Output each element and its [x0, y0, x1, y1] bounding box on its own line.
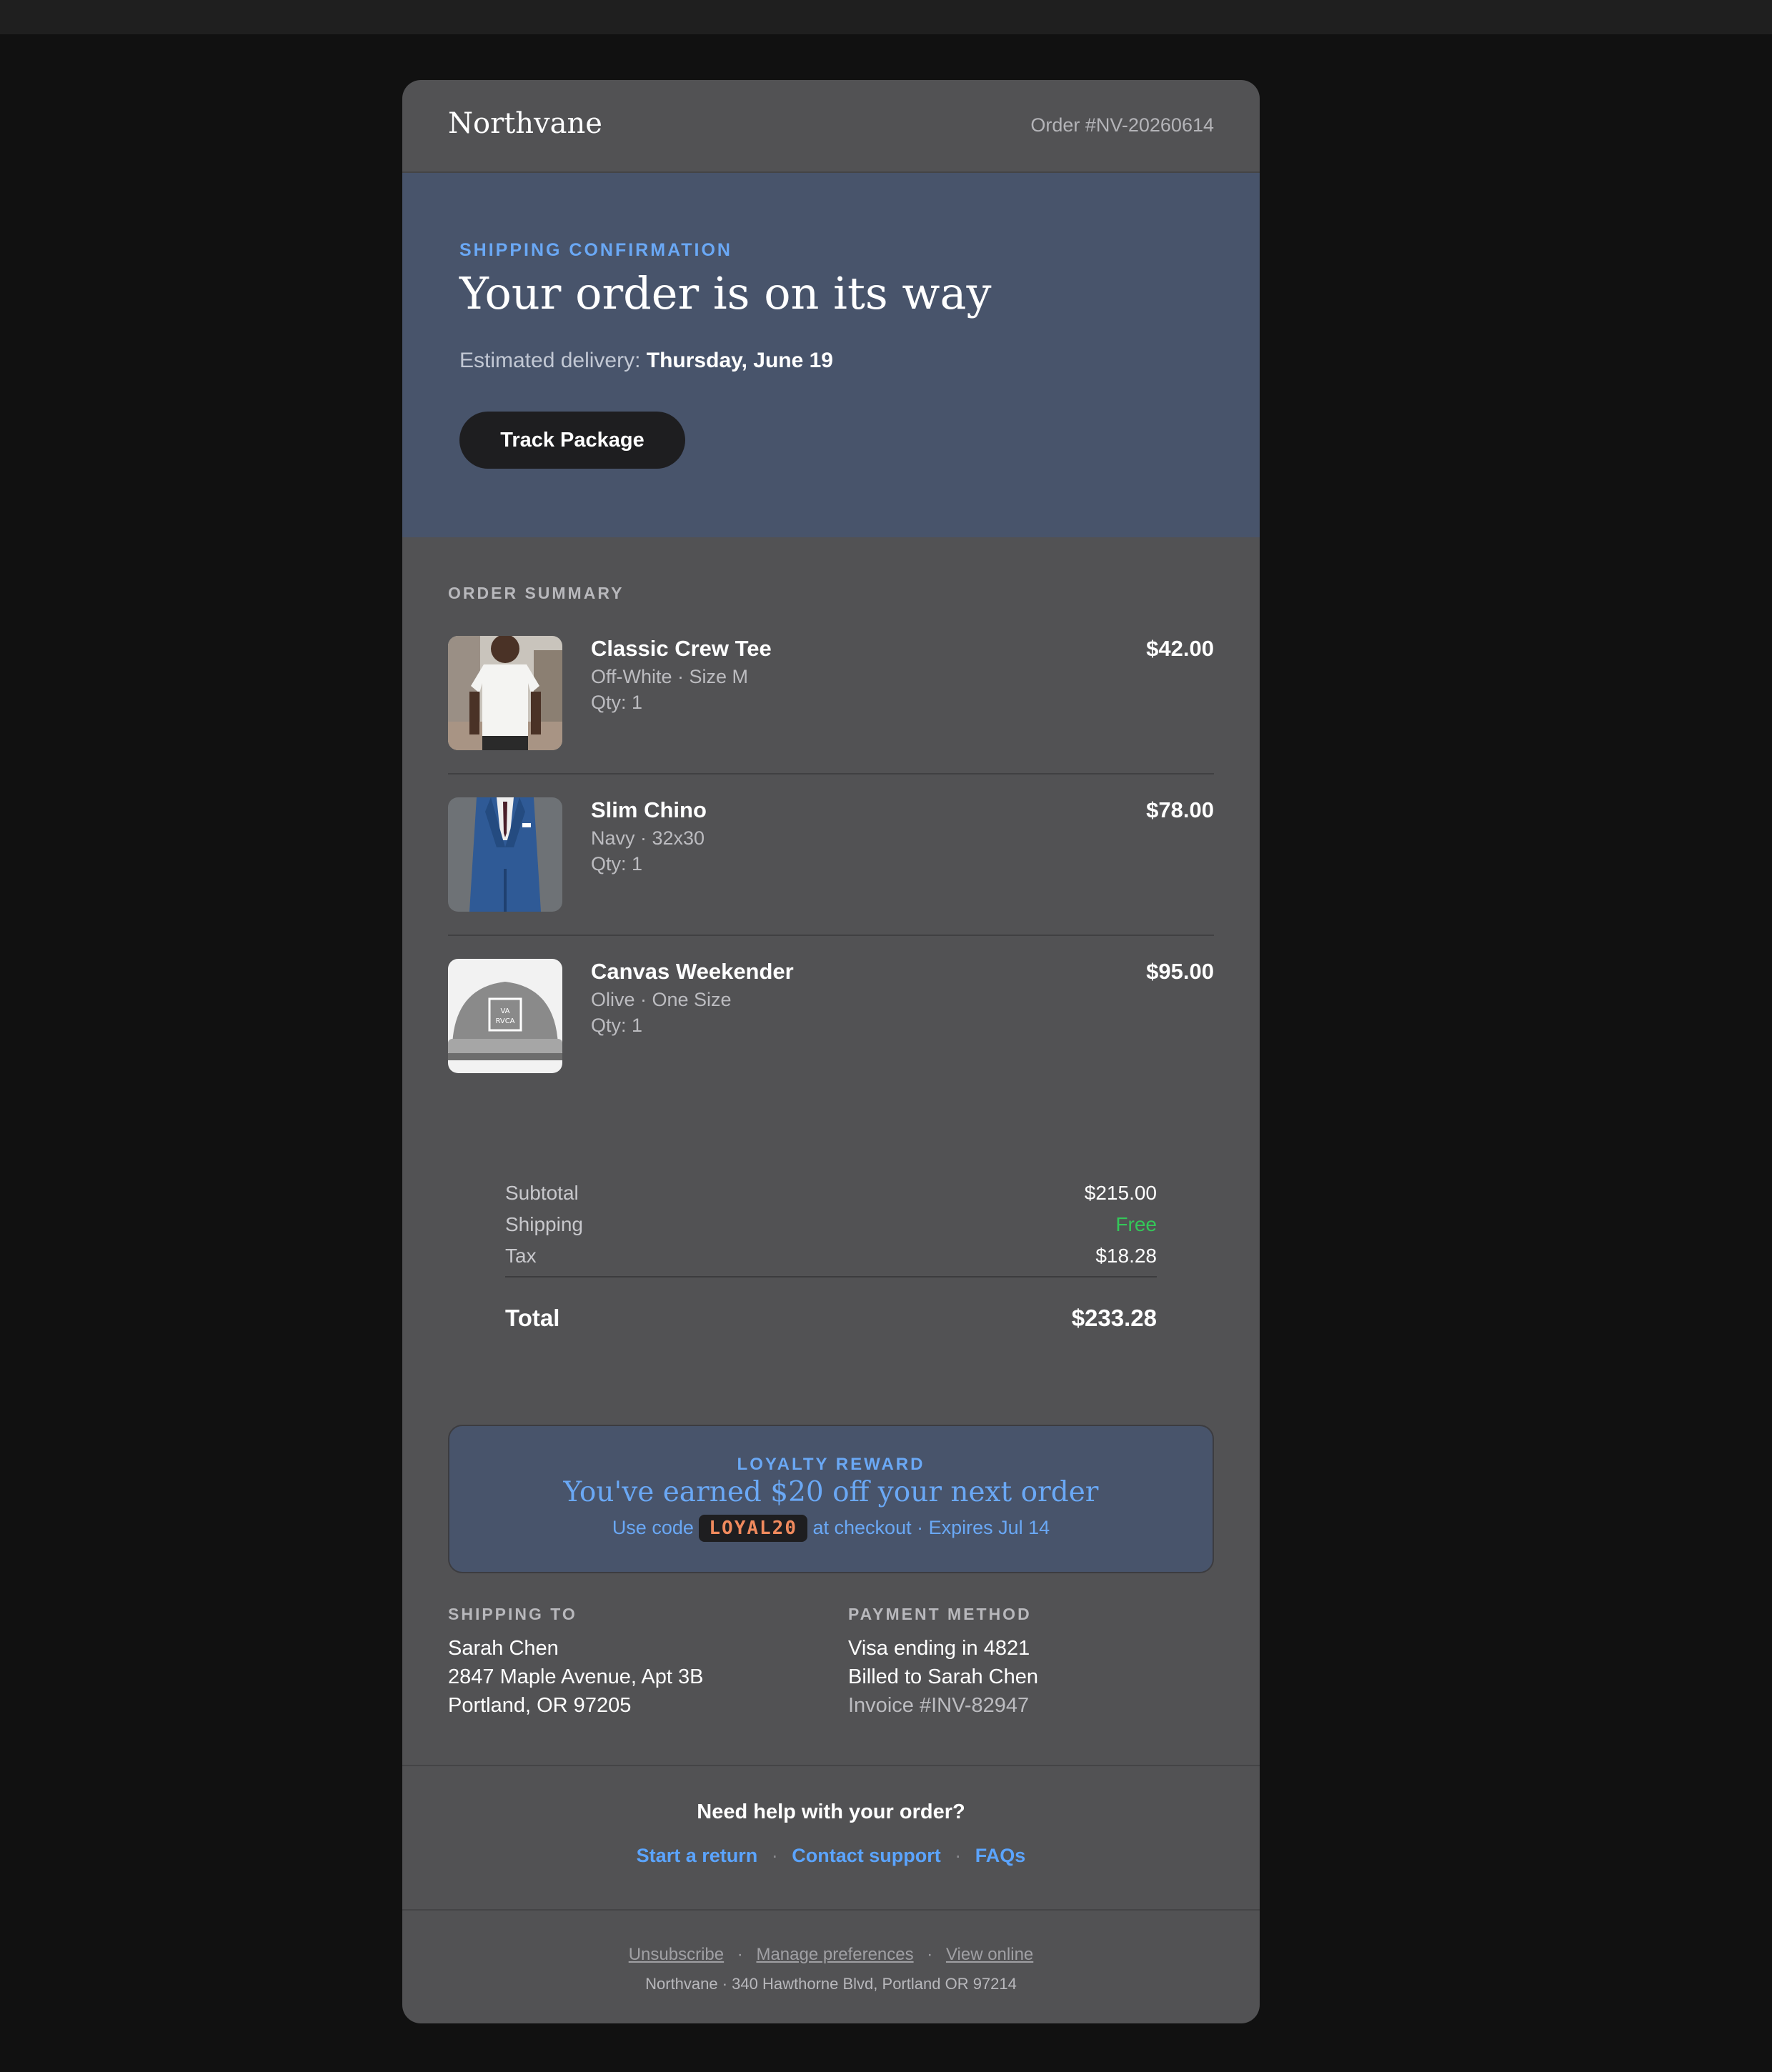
loyalty-reward-card: LOYALTY REWARD You've earned $20 off you… [448, 1425, 1214, 1573]
separator: · [737, 1945, 743, 1964]
loyalty-code-suffix: at checkout · Expires Jul 14 [812, 1517, 1050, 1538]
payment-invoice: Invoice #INV-82947 [848, 1694, 1030, 1717]
separator: · [927, 1945, 933, 1964]
product-image-tee [448, 636, 562, 750]
subtotal-label: Subtotal [505, 1182, 579, 1204]
item-variant: Olive · One Size [591, 989, 732, 1010]
window-top-bar [0, 0, 1772, 34]
item-price: $42.00 [1146, 636, 1214, 661]
payment-method-block: PAYMENT METHOD Visa ending in 4821 Bille… [848, 1605, 1205, 1720]
estimated-delivery-label: Estimated delivery: [459, 349, 641, 372]
loyalty-headline: You've earned $20 off your next order [563, 1476, 1099, 1508]
order-item: Classic Crew Tee Off-White · Size M Qty:… [448, 636, 1214, 750]
item-name[interactable]: Canvas Weekender [591, 959, 794, 985]
tax-label: Tax [505, 1245, 537, 1267]
shipping-to-block: SHIPPING TO Sarah Chen 2847 Maple Avenue… [448, 1605, 805, 1720]
shipping-value: Free [1115, 1213, 1157, 1235]
order-summary-label: ORDER SUMMARY [448, 584, 624, 602]
separator: · [955, 1845, 962, 1866]
shipping-name: Sarah Chen [448, 1637, 559, 1660]
estimated-delivery: Estimated delivery: Thursday, June 19 [459, 349, 833, 373]
help-question: Need help with your order? [697, 1800, 965, 1823]
tax-value: $18.28 [1095, 1245, 1157, 1267]
total-value: $233.28 [1071, 1305, 1157, 1331]
item-qty: Qty: 1 [591, 692, 643, 713]
item-qty: Qty: 1 [591, 1015, 643, 1036]
shipping-city: Portland, OR 97205 [448, 1694, 632, 1717]
email-footer: Unsubscribe · Manage preferences · View … [402, 1911, 1260, 2023]
shipping-to-label: SHIPPING TO [448, 1605, 577, 1623]
faqs-link[interactable]: FAQs [975, 1845, 1026, 1866]
unsubscribe-link[interactable]: Unsubscribe [629, 1945, 724, 1964]
email-header: Northvane Order #NV-20260614 [402, 80, 1260, 173]
manage-preferences-link[interactable]: Manage preferences [756, 1945, 913, 1964]
svg-text:VA: VA [500, 1007, 509, 1015]
start-return-link[interactable]: Start a return [637, 1845, 758, 1866]
brand-logo: Northvane [448, 107, 602, 140]
item-price: $78.00 [1146, 797, 1214, 822]
order-item: VA RVCA Canvas Weekender Olive · One Siz… [448, 959, 1214, 1073]
help-section: Need help with your order? Start a retur… [402, 1765, 1260, 1911]
item-qty: Qty: 1 [591, 853, 643, 875]
hero-title: Your order is on its way [459, 267, 992, 319]
contact-support-link[interactable]: Contact support [792, 1845, 941, 1866]
loyalty-code-line: Use code LOYAL20 at checkout · Expires J… [449, 1515, 1213, 1542]
loyalty-code-prefix: Use code [612, 1517, 694, 1538]
separator: · [771, 1845, 778, 1866]
payment-method-label: PAYMENT METHOD [848, 1605, 1032, 1623]
item-divider [448, 773, 1214, 774]
item-variant: Off-White · Size M [591, 666, 749, 687]
payment-billed: Billed to Sarah Chen [848, 1665, 1038, 1688]
view-online-link[interactable]: View online [946, 1945, 1033, 1964]
hero-eyebrow-text: SHIPPING CONFIRMATION [459, 240, 732, 260]
order-item: Slim Chino Navy · 32x30 Qty: 1 $78.00 [448, 797, 1214, 912]
footer-links: Unsubscribe · Manage preferences · View … [402, 1945, 1260, 1965]
order-number: Order #NV-20260614 [1030, 114, 1214, 136]
footer-address: Northvane · 340 Hawthorne Blvd, Portland… [645, 1975, 1017, 1993]
item-name[interactable]: Slim Chino [591, 797, 707, 823]
help-links: Start a return · Contact support · FAQs [402, 1845, 1260, 1867]
item-variant: Navy · 32x30 [591, 827, 705, 849]
shipping-label: Shipping [505, 1213, 583, 1235]
promo-code[interactable]: LOYAL20 [699, 1515, 807, 1542]
loyalty-eyebrow: LOYALTY REWARD [737, 1455, 925, 1474]
payment-card: Visa ending in 4821 [848, 1637, 1030, 1660]
product-image-chino [448, 797, 562, 912]
product-image-weekender: VA RVCA [448, 959, 562, 1073]
item-price: $95.00 [1146, 959, 1214, 984]
item-name[interactable]: Classic Crew Tee [591, 636, 772, 662]
shipping-street: 2847 Maple Avenue, Apt 3B [448, 1665, 704, 1688]
totals-divider [505, 1276, 1157, 1277]
item-divider [448, 935, 1214, 936]
total-label: Total [505, 1305, 560, 1331]
subtotal-value: $215.00 [1084, 1182, 1157, 1204]
estimated-delivery-date: Thursday, June 19 [646, 349, 833, 372]
email-card: Northvane Order #NV-20260614 SHIPPING CO… [402, 80, 1260, 2023]
svg-text:RVCA: RVCA [495, 1017, 514, 1025]
track-package-button[interactable]: Track Package [459, 412, 685, 469]
